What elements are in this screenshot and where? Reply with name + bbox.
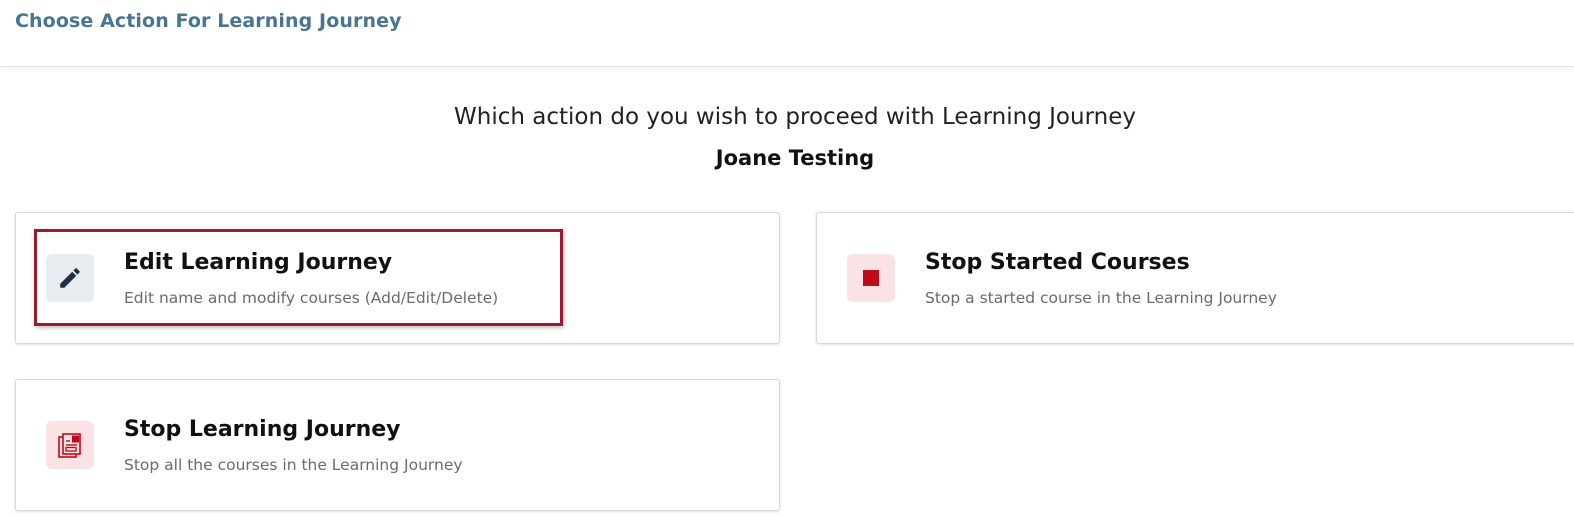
- page-header: Choose Action For Learning Journey: [0, 0, 1574, 67]
- stop-journey-icon: [46, 421, 94, 469]
- card-description: Stop all the courses in the Learning Jou…: [124, 456, 463, 474]
- card-title: Stop Learning Journey: [124, 417, 401, 442]
- stop-learning-journey-card[interactable]: Stop Learning Journey Stop all the cours…: [15, 379, 780, 511]
- page-title: Choose Action For Learning Journey: [15, 10, 402, 32]
- edit-learning-journey-card[interactable]: Edit Learning Journey Edit name and modi…: [15, 212, 780, 344]
- card-title: Edit Learning Journey: [124, 250, 393, 275]
- card-description: Edit name and modify courses (Add/Edit/D…: [124, 289, 499, 307]
- card-description: Stop a started course in the Learning Jo…: [925, 289, 1277, 307]
- card-title: Stop Started Courses: [925, 250, 1190, 275]
- stop-square-icon: [847, 254, 895, 302]
- pencil-icon: [46, 254, 94, 302]
- learning-journey-name: Joane Testing: [715, 146, 875, 170]
- stop-started-courses-card[interactable]: Stop Started Courses Stop a started cour…: [816, 212, 1574, 344]
- action-question: Which action do you wish to proceed with…: [454, 104, 1136, 130]
